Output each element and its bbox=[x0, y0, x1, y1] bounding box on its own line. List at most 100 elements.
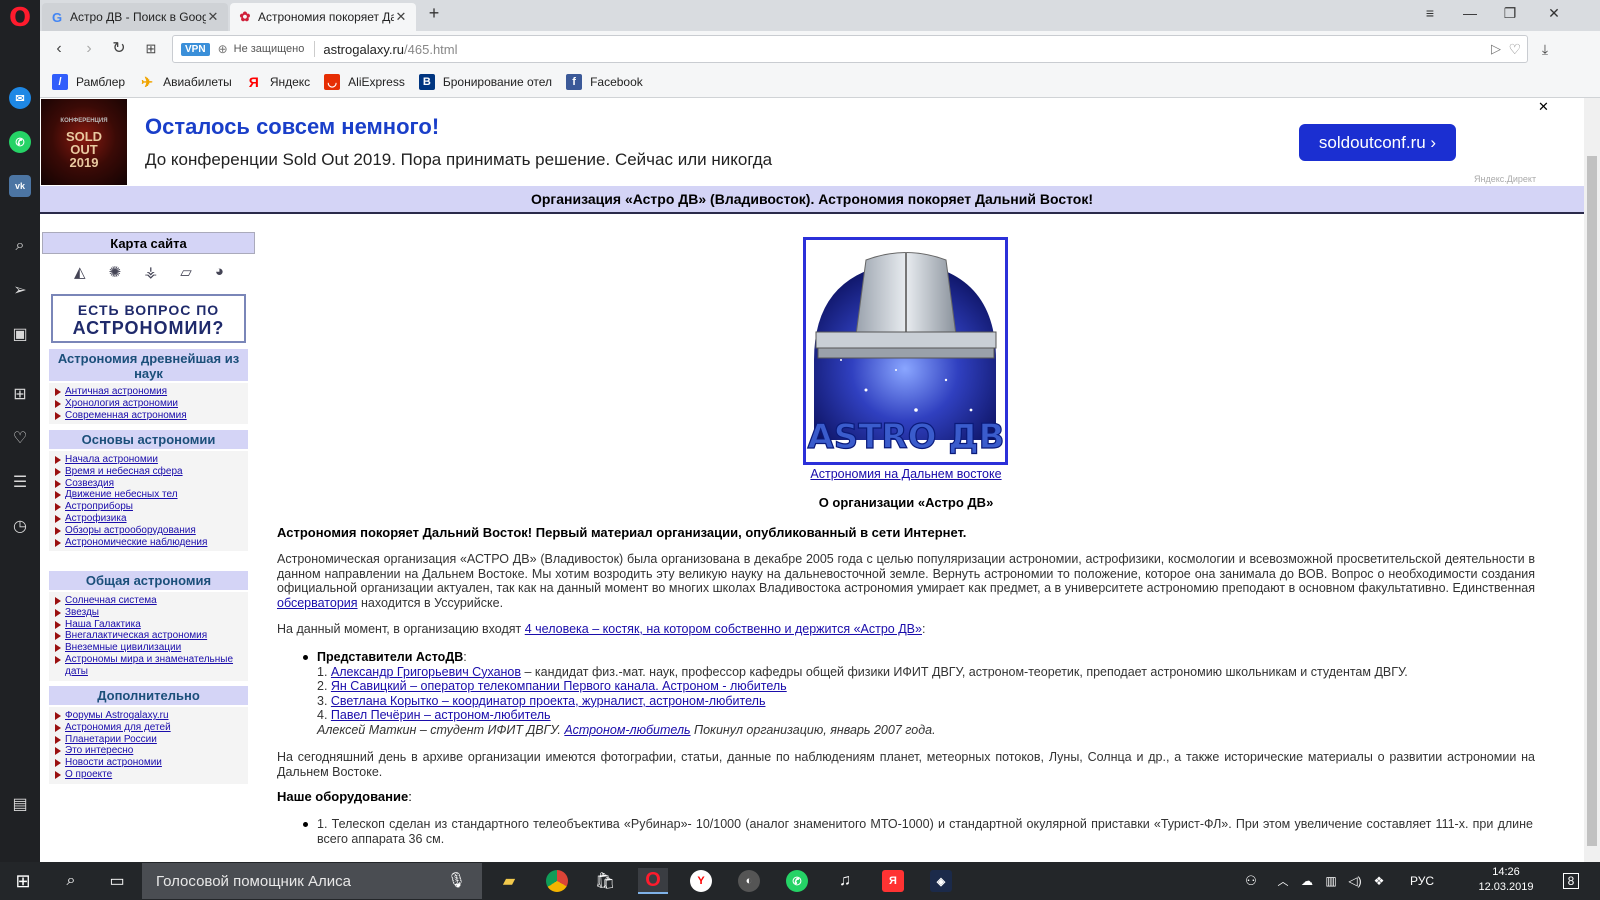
menu-item[interactable]: Солнечная система bbox=[53, 595, 248, 607]
menu-item[interactable]: Наша Галактика bbox=[53, 619, 248, 631]
bookmark-aviabilety[interactable]: ✈ Авиабилеты bbox=[139, 74, 232, 90]
menu-link[interactable]: Хронология астрономии bbox=[65, 398, 178, 409]
menu-link[interactable]: Астрономы мира и знаменательные даты bbox=[65, 654, 233, 677]
logo-caption[interactable]: Астрономия на Дальнем востоке bbox=[806, 467, 1006, 482]
back-icon[interactable]: ‹ bbox=[48, 39, 70, 59]
bookmark-booking[interactable]: B Бронирование отел bbox=[418, 74, 552, 90]
former-member-link[interactable]: Астроном-любитель bbox=[564, 723, 690, 737]
ad-title[interactable]: Осталось совсем немного! bbox=[145, 114, 439, 140]
ad-button[interactable]: soldoutconf.ru › bbox=[1299, 124, 1456, 161]
news-icon[interactable]: ☰ bbox=[8, 470, 32, 494]
menu-link[interactable]: Время и небесная сфера bbox=[65, 466, 183, 477]
menu-item[interactable]: Астроприборы bbox=[53, 501, 248, 513]
bookmark-yandex[interactable]: Я Яндекс bbox=[246, 74, 310, 90]
page-scrollbar[interactable] bbox=[1584, 98, 1600, 862]
menu-link[interactable]: Астрономические наблюдения bbox=[65, 537, 207, 548]
heart-icon[interactable]: ♡ bbox=[8, 426, 32, 450]
windows-start-icon[interactable]: ⊞ bbox=[8, 868, 38, 894]
new-tab-icon[interactable]: + bbox=[422, 3, 446, 23]
people-icon[interactable]: ⚇ bbox=[1236, 868, 1266, 894]
menu-link[interactable]: Новости астрономии bbox=[65, 757, 162, 768]
menu-item[interactable]: Обзоры астрооборудования bbox=[53, 525, 248, 537]
ad-close-icon[interactable]: ✕ bbox=[1538, 99, 1549, 115]
menu-link[interactable]: Наша Галактика bbox=[65, 619, 141, 630]
clock[interactable]: 14:26 12.03.2019 bbox=[1476, 865, 1536, 895]
menu-item[interactable]: Планетарии России bbox=[53, 734, 248, 746]
chrome-icon[interactable] bbox=[542, 868, 572, 894]
alice-icon[interactable]: ◐ bbox=[734, 868, 764, 894]
menu-link[interactable]: Внегалактическая астрономия bbox=[65, 630, 207, 641]
search-icon[interactable]: ⌕ bbox=[8, 234, 32, 258]
sidebar-toggle-icon[interactable]: ▤ bbox=[8, 792, 32, 816]
telescope-icon[interactable]: ⚶ bbox=[144, 263, 157, 281]
menu-link[interactable]: Форумы Astrogalaxy.ru bbox=[65, 710, 169, 721]
whatsapp-icon[interactable]: ✆ bbox=[8, 130, 32, 154]
ad-text[interactable]: До конференции Sold Out 2019. Пора прини… bbox=[145, 150, 772, 170]
store-icon[interactable]: 🛍 bbox=[590, 868, 620, 894]
menu-item[interactable]: Внеземные цивилизации bbox=[53, 642, 248, 654]
menu-link[interactable]: Внеземные цивилизации bbox=[65, 642, 181, 653]
bookmark-heart-icon[interactable]: ♡ bbox=[1508, 41, 1521, 58]
menu-link[interactable]: Астрономия для детей bbox=[65, 722, 171, 733]
tab-menu-icon[interactable]: ≡ bbox=[1418, 5, 1442, 25]
menu-item[interactable]: Астрофизика bbox=[53, 513, 248, 525]
member-link[interactable]: Павел Печёрин – астроном-любитель bbox=[331, 708, 551, 722]
yandex-browser-icon[interactable]: Y bbox=[686, 868, 716, 894]
itunes-icon[interactable]: ♫ bbox=[830, 868, 860, 894]
member-link[interactable]: Ян Савицкий – оператор телекомпании Перв… bbox=[331, 679, 787, 693]
menu-item[interactable]: Античная астрономия bbox=[53, 386, 248, 398]
task-view-icon[interactable]: ▭ bbox=[102, 868, 132, 894]
close-tab-icon[interactable]: ✕ bbox=[206, 9, 220, 25]
menu-item[interactable]: Это интересно bbox=[53, 745, 248, 757]
taskbar-search-icon[interactable]: ⌕ bbox=[56, 868, 86, 894]
member-link[interactable]: Александр Григорьевич Суханов bbox=[331, 665, 521, 679]
speed-dial-icon[interactable]: ⊞ bbox=[8, 382, 32, 406]
vk-icon[interactable]: vk bbox=[8, 174, 32, 198]
ad-image[interactable]: КОНФЕРЕНЦИЯ SOLD OUT 2019 bbox=[41, 99, 127, 185]
menu-link[interactable]: О проекте bbox=[65, 769, 112, 780]
menu-link[interactable]: Движение небесных тел bbox=[65, 489, 178, 500]
menu-link[interactable]: Астрофизика bbox=[65, 513, 127, 524]
snap-icon[interactable]: ▷ bbox=[1491, 41, 1501, 57]
opera-taskbar-icon[interactable]: O bbox=[638, 868, 668, 894]
orrery-icon[interactable]: ✺ bbox=[109, 263, 122, 281]
reload-icon[interactable]: ↻ bbox=[108, 39, 130, 59]
menu-link[interactable]: Звезды bbox=[65, 607, 99, 618]
ad-label[interactable]: Яндекс.Директ bbox=[1474, 174, 1536, 184]
menu-item[interactable]: Звезды bbox=[53, 607, 248, 619]
security-label[interactable]: Не защищено bbox=[234, 43, 305, 55]
notifications-icon[interactable]: 8 bbox=[1556, 868, 1586, 894]
close-tab-icon[interactable]: ✕ bbox=[394, 9, 408, 25]
speed-dial-button-icon[interactable]: ⊞ bbox=[140, 39, 162, 59]
menu-link[interactable]: Солнечная система bbox=[65, 595, 157, 606]
camera-icon[interactable]: ▣ bbox=[8, 322, 32, 346]
menu-item[interactable]: Внегалактическая астрономия bbox=[53, 630, 248, 642]
menu-link[interactable]: Планетарии России bbox=[65, 734, 157, 745]
yandex-taskbar-icon[interactable]: Я bbox=[878, 868, 908, 894]
menu-item[interactable]: Начала астрономии bbox=[53, 454, 248, 466]
scrollbar-thumb[interactable] bbox=[1587, 156, 1597, 846]
close-window-icon[interactable]: ✕ bbox=[1542, 5, 1566, 25]
app-taskbar-icon[interactable]: ◈ bbox=[926, 868, 956, 894]
send-icon[interactable]: ➢ bbox=[8, 278, 32, 302]
menu-item[interactable]: Астрономические наблюдения bbox=[53, 537, 248, 549]
star-chart-icon[interactable]: ▱ bbox=[180, 263, 192, 281]
menu-link[interactable]: Обзоры астрооборудования bbox=[65, 525, 196, 536]
opera-logo-icon[interactable]: O bbox=[8, 3, 32, 33]
menu-link[interactable]: Созвездия bbox=[65, 478, 114, 489]
ad-banner[interactable]: КОНФЕРЕНЦИЯ SOLD OUT 2019 Осталось совсе… bbox=[40, 98, 1584, 186]
history-icon[interactable]: ◷ bbox=[8, 514, 32, 538]
maximize-icon[interactable]: ❐ bbox=[1498, 5, 1522, 25]
vpn-badge[interactable]: VPN bbox=[181, 42, 210, 56]
menu-link[interactable]: Античная астрономия bbox=[65, 386, 167, 397]
menu-item[interactable]: Созвездия bbox=[53, 478, 248, 490]
menu-item[interactable]: О проекте bbox=[53, 769, 248, 781]
astro-dv-logo[interactable]: ASTRO ДВ bbox=[803, 237, 1008, 465]
menu-item[interactable]: Астрономы мира и знаменательные даты bbox=[53, 654, 248, 678]
menu-link[interactable]: Астроприборы bbox=[65, 501, 133, 512]
bookmark-rambler[interactable]: / Рамблер bbox=[52, 74, 125, 90]
ask-question-banner[interactable]: ЕСТЬ ВОПРОС ПО АСТРОНОМИИ? bbox=[51, 294, 246, 343]
minimize-icon[interactable]: — bbox=[1458, 5, 1482, 25]
messenger-icon[interactable]: ✉ bbox=[8, 86, 32, 110]
microphone-icon[interactable]: 🎙 bbox=[447, 871, 466, 889]
